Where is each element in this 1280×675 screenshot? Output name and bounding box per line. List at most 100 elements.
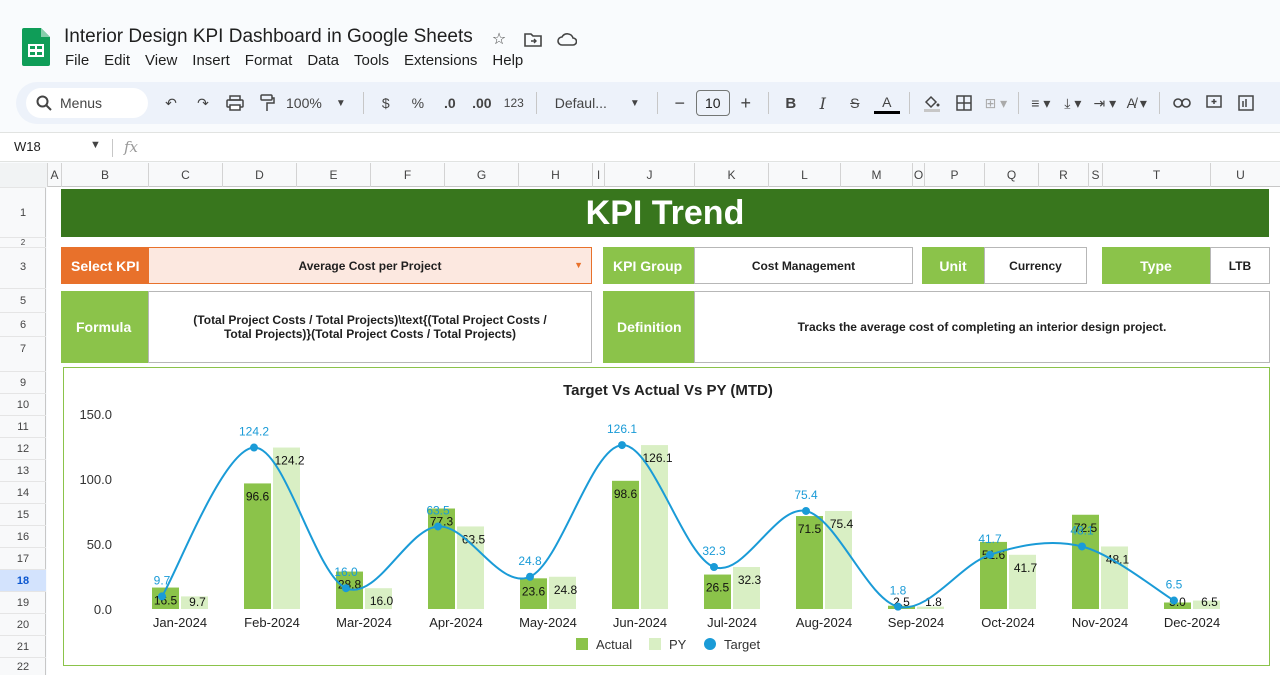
column-header[interactable]: I: [592, 163, 604, 187]
column-header[interactable]: C: [148, 163, 222, 187]
font-select[interactable]: Defaul...: [546, 89, 616, 117]
row-header[interactable]: 3: [0, 247, 46, 285]
row-header[interactable]: 10: [0, 393, 46, 415]
zoom-chevron-down-icon[interactable]: ▼: [328, 89, 354, 117]
column-header[interactable]: L: [768, 163, 840, 187]
cloud-status-icon[interactable]: [556, 28, 578, 50]
divider: [1158, 92, 1160, 114]
document-title[interactable]: Interior Design KPI Dashboard in Google …: [64, 26, 473, 48]
row-header[interactable]: 13: [0, 459, 46, 481]
move-folder-icon[interactable]: [522, 28, 544, 50]
column-header[interactable]: P: [924, 163, 984, 187]
column-header[interactable]: T: [1102, 163, 1210, 187]
row-header[interactable]: 7: [0, 336, 46, 360]
column-header[interactable]: M: [840, 163, 912, 187]
divider: [535, 92, 537, 114]
column-header[interactable]: G: [444, 163, 518, 187]
select-all-corner[interactable]: [0, 163, 47, 187]
font-size-input[interactable]: 10: [695, 90, 730, 116]
select-kpi-dropdown[interactable]: Average Cost per Project ▼: [148, 247, 592, 284]
decrease-font-size-icon[interactable]: −: [667, 89, 693, 117]
fill-color-icon[interactable]: [919, 89, 945, 117]
target-point: [1078, 542, 1086, 551]
insert-chart-icon[interactable]: [1233, 89, 1259, 117]
insert-comment-icon[interactable]: [1201, 89, 1227, 117]
row-header-selected[interactable]: 18: [0, 569, 46, 591]
paint-format-icon[interactable]: [254, 89, 280, 117]
row-header[interactable]: 19: [0, 591, 46, 613]
percent-format-button[interactable]: %: [405, 89, 431, 117]
kpi-chart[interactable]: Target Vs Actual Vs PY (MTD) 0.0 50.0 100.0…: [63, 367, 1270, 666]
column-header[interactable]: S: [1088, 163, 1102, 187]
merge-cells-icon[interactable]: ⊞ ▾: [983, 89, 1009, 117]
increase-font-size-icon[interactable]: +: [733, 89, 759, 117]
text-color-button[interactable]: A: [873, 92, 900, 114]
menu-insert[interactable]: Insert: [192, 52, 230, 69]
column-header[interactable]: A: [47, 163, 61, 187]
font-chevron-down-icon[interactable]: ▼: [622, 89, 648, 117]
currency-format-button[interactable]: $: [373, 89, 399, 117]
row-header[interactable]: 11: [0, 415, 46, 437]
target-point: [434, 522, 442, 531]
column-header[interactable]: R: [1038, 163, 1088, 187]
row-header[interactable]: 14: [0, 481, 46, 503]
row-header[interactable]: 9: [0, 371, 46, 393]
vertical-align-icon[interactable]: ⤓ ▾: [1060, 89, 1086, 117]
column-header[interactable]: D: [222, 163, 296, 187]
menu-view[interactable]: View: [145, 52, 177, 69]
name-box-chevron-down-icon[interactable]: ▼: [90, 139, 101, 151]
italic-button[interactable]: I: [810, 89, 836, 117]
kpi-trend-banner: KPI Trend: [61, 189, 1269, 237]
row-header[interactable]: 6: [0, 312, 46, 336]
column-header[interactable]: J: [604, 163, 694, 187]
row-header[interactable]: 16: [0, 525, 46, 547]
menu-help[interactable]: Help: [492, 52, 523, 69]
row-header[interactable]: 2: [0, 237, 46, 247]
print-icon[interactable]: [222, 89, 248, 117]
redo-icon[interactable]: ↷: [190, 89, 216, 117]
column-header[interactable]: Q: [984, 163, 1038, 187]
definition-value: Tracks the average cost of completing an…: [694, 291, 1270, 363]
name-box[interactable]: W18: [14, 139, 41, 154]
row-header[interactable]: 20: [0, 613, 46, 635]
strikethrough-button[interactable]: S: [842, 89, 868, 117]
row-header[interactable]: 5: [0, 288, 46, 312]
increase-decimal-button[interactable]: .00: [469, 89, 495, 117]
borders-icon[interactable]: [951, 89, 977, 117]
bold-button[interactable]: B: [778, 89, 804, 117]
column-header[interactable]: U: [1210, 163, 1270, 187]
horizontal-align-icon[interactable]: ≡ ▾: [1028, 89, 1054, 117]
target-point: [894, 602, 902, 611]
menu-tools[interactable]: Tools: [354, 52, 389, 69]
row-header[interactable]: 12: [0, 437, 46, 459]
column-header[interactable]: B: [61, 163, 148, 187]
row-header[interactable]: 21: [0, 635, 46, 657]
row-header[interactable]: 15: [0, 503, 46, 525]
row-header[interactable]: 22: [0, 657, 46, 675]
dropdown-chevron-icon[interactable]: ▼: [574, 260, 583, 270]
column-header[interactable]: F: [370, 163, 444, 187]
column-header[interactable]: O: [912, 163, 924, 187]
decrease-decimal-button[interactable]: .0: [437, 89, 463, 117]
menu-file[interactable]: File: [65, 52, 89, 69]
row-header[interactable]: 17: [0, 547, 46, 569]
row-header[interactable]: 1: [0, 187, 46, 237]
menu-edit[interactable]: Edit: [104, 52, 130, 69]
more-formats-button[interactable]: 123: [501, 89, 527, 117]
py-data-label: 1.8: [925, 595, 942, 609]
insert-link-icon[interactable]: [1169, 89, 1195, 117]
column-header[interactable]: K: [694, 163, 768, 187]
text-wrap-icon[interactable]: ⇥ ▾: [1092, 89, 1118, 117]
zoom-select[interactable]: 100%: [286, 89, 322, 117]
text-rotation-icon[interactable]: A̸ ▾: [1124, 89, 1150, 117]
x-tick-label: May-2024: [519, 615, 577, 630]
sheets-logo-icon[interactable]: [22, 28, 50, 66]
column-header[interactable]: E: [296, 163, 370, 187]
menu-format[interactable]: Format: [245, 52, 293, 69]
menus-search[interactable]: Menus: [26, 88, 148, 118]
star-icon[interactable]: ☆: [488, 28, 510, 50]
menu-data[interactable]: Data: [307, 52, 339, 69]
undo-icon[interactable]: ↶: [158, 89, 184, 117]
column-header[interactable]: H: [518, 163, 592, 187]
menu-extensions[interactable]: Extensions: [404, 52, 477, 69]
